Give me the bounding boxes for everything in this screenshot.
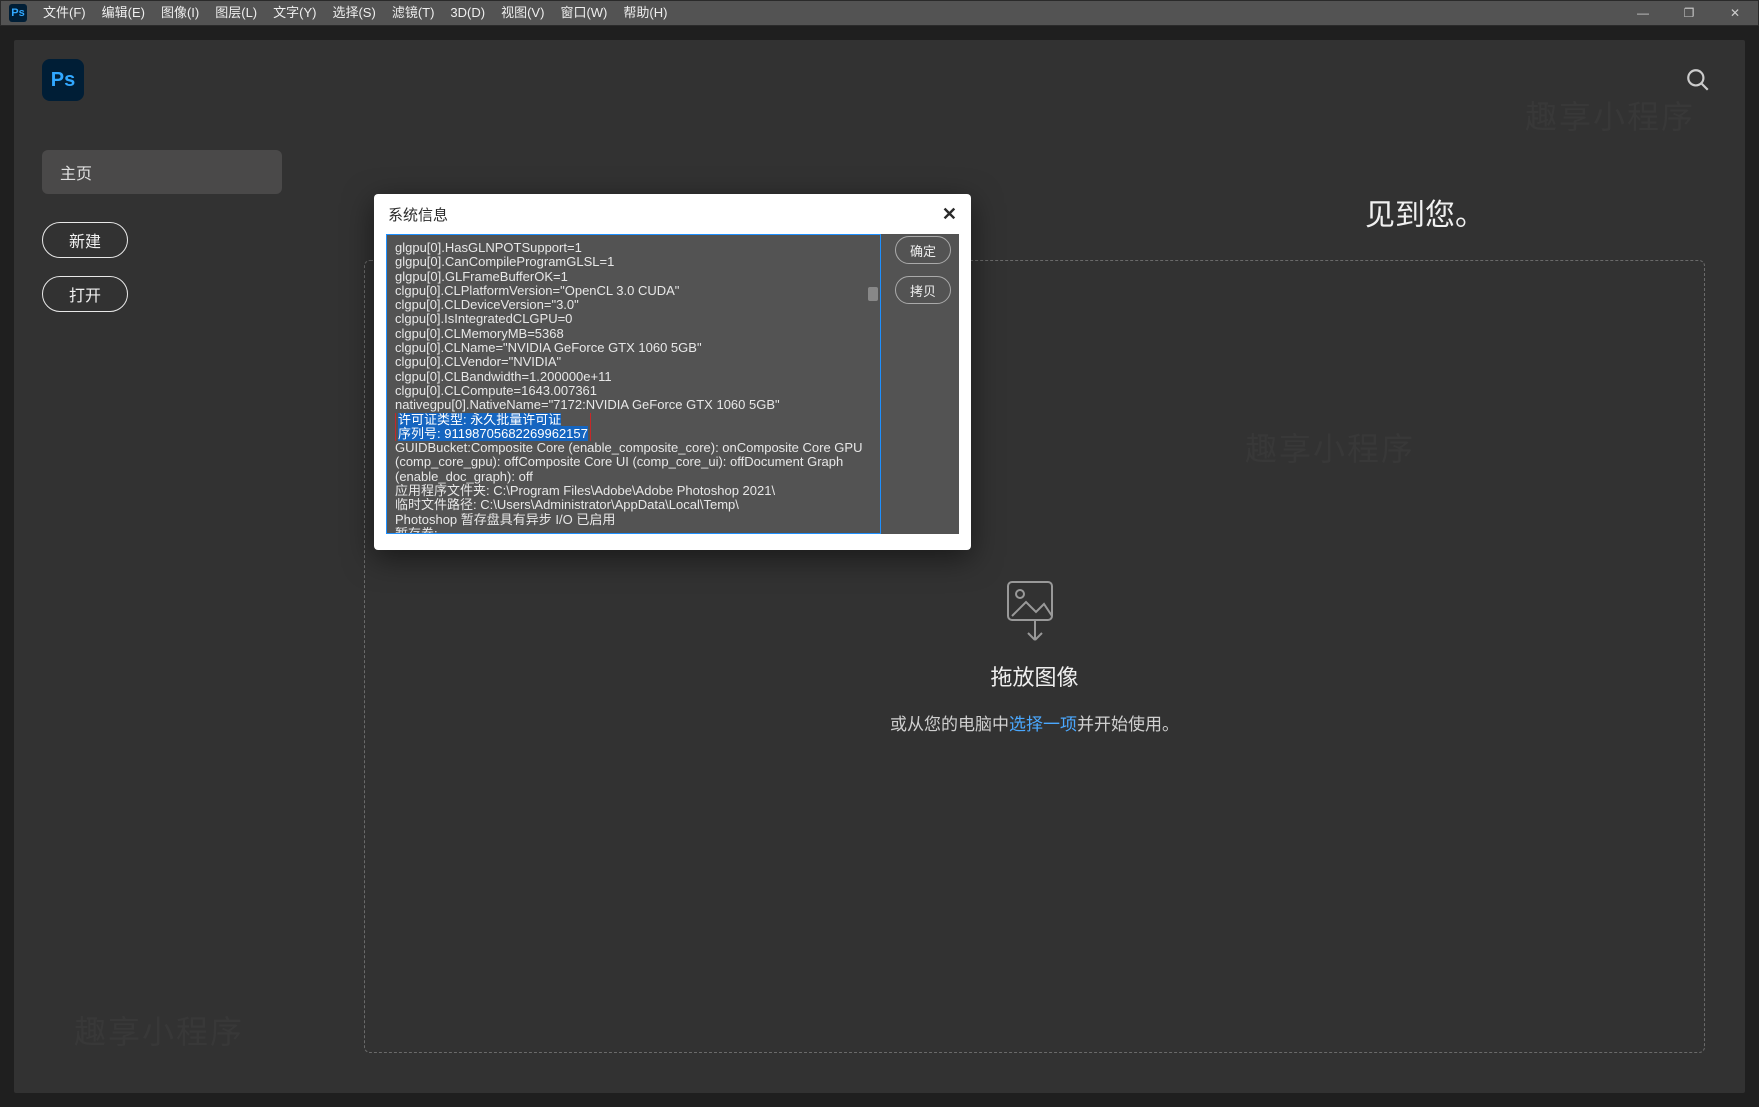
dialog-title: 系统信息 <box>388 204 448 225</box>
dialog-close-button[interactable]: ✕ <box>942 204 957 225</box>
dropzone-subtitle: 或从您的电脑中选择一项并开始使用。 <box>890 710 1179 735</box>
scrollbar-thumb[interactable] <box>868 287 878 301</box>
menu-view[interactable]: 视图(V) <box>493 0 552 26</box>
system-info-dialog: 系统信息 ✕ glgpu[0].HasGLNPOTSupport=1 glgpu… <box>374 194 971 550</box>
menu-edit[interactable]: 编辑(E) <box>94 0 153 26</box>
open-button[interactable]: 打开 <box>42 276 128 312</box>
sysinfo-line: (enable_doc_graph): off <box>395 470 872 484</box>
sysinfo-line: glgpu[0].CanCompileProgramGLSL=1 <box>395 255 872 269</box>
sysinfo-highlight-box: 许可证类型: 永久批量许可证 序列号: 91198705682269962157 <box>395 413 872 442</box>
menu-3d[interactable]: 3D(D) <box>442 0 493 26</box>
app-body: Ps 主页 新建 打开 见到您。 拖放图像 或从您的电脑中选择一项并 <box>0 26 1759 1107</box>
dropzone-title: 拖放图像 <box>990 660 1078 692</box>
home-tab[interactable]: 主页 <box>42 150 282 194</box>
sysinfo-line: 临时文件路径: C:\Users\Administrator\AppData\L… <box>395 498 872 512</box>
menu-select[interactable]: 选择(S) <box>324 0 383 26</box>
menu-file[interactable]: 文件(F) <box>35 0 94 26</box>
minimize-button[interactable]: — <box>1620 0 1666 26</box>
sysinfo-line: 应用程序文件夹: C:\Program Files\Adobe\Adobe Ph… <box>395 484 872 498</box>
sysinfo-line: nativegpu[0].NativeName="7172:NVIDIA GeF… <box>395 398 872 412</box>
menu-help[interactable]: 帮助(H) <box>615 0 675 26</box>
menu-image[interactable]: 图像(I) <box>153 0 207 26</box>
app-icon: Ps <box>9 4 27 22</box>
sysinfo-line: glgpu[0].GLFrameBufferOK=1 <box>395 270 872 284</box>
system-info-textarea[interactable]: glgpu[0].HasGLNPOTSupport=1 glgpu[0].Can… <box>386 234 881 534</box>
ps-logo: Ps <box>42 59 84 101</box>
sysinfo-line: glgpu[0].HasGLNPOTSupport=1 <box>395 241 872 255</box>
sysinfo-line: clgpu[0].CLVendor="NVIDIA" <box>395 355 872 369</box>
sysinfo-line: clgpu[0].CLBandwidth=1.200000e+11 <box>395 370 872 384</box>
home-screen: Ps 主页 新建 打开 见到您。 拖放图像 或从您的电脑中选择一项并 <box>14 40 1745 1093</box>
welcome-heading: 见到您。 <box>1365 190 1485 234</box>
sysinfo-line: GUIDBucket:Composite Core (enable_compos… <box>395 441 872 455</box>
sysinfo-line: (comp_core_gpu): offComposite Core UI (c… <box>395 455 872 469</box>
sysinfo-line: clgpu[0].IsIntegratedCLGPU=0 <box>395 312 872 326</box>
dropzone-suffix: 并开始使用。 <box>1077 715 1179 734</box>
ok-button[interactable]: 确定 <box>895 236 951 264</box>
copy-button[interactable]: 拷贝 <box>895 276 951 304</box>
new-button[interactable]: 新建 <box>42 222 128 258</box>
maximize-button[interactable]: ❐ <box>1666 0 1712 26</box>
menubar: Ps 文件(F) 编辑(E) 图像(I) 图层(L) 文字(Y) 选择(S) 滤… <box>1 1 675 25</box>
menu-window[interactable]: 窗口(W) <box>552 0 615 26</box>
dropzone-select-link[interactable]: 选择一项 <box>1009 715 1077 734</box>
left-rail: 主页 新建 打开 <box>14 40 294 1093</box>
dialog-buttons: 确定 拷贝 <box>895 234 959 534</box>
sysinfo-line: Photoshop 暂存盘具有异步 I/O 已启用 <box>395 513 872 527</box>
dialog-header: 系统信息 ✕ <box>374 194 971 234</box>
sysinfo-line: clgpu[0].CLDeviceVersion="3.0" <box>395 298 872 312</box>
menu-type[interactable]: 文字(Y) <box>265 0 324 26</box>
sysinfo-line: clgpu[0].CLName="NVIDIA GeForce GTX 1060… <box>395 341 872 355</box>
license-type-line: 许可证类型: 永久批量许可证 <box>398 413 561 427</box>
menu-layer[interactable]: 图层(L) <box>207 0 265 26</box>
dialog-body: glgpu[0].HasGLNPOTSupport=1 glgpu[0].Can… <box>386 234 959 534</box>
serial-number-line: 序列号: 91198705682269962157 <box>398 426 588 441</box>
image-file-icon <box>1000 578 1070 642</box>
close-window-button[interactable]: ✕ <box>1712 0 1758 26</box>
dropzone-prefix: 或从您的电脑中 <box>890 715 1009 734</box>
titlebar: Ps 文件(F) 编辑(E) 图像(I) 图层(L) 文字(Y) 选择(S) 滤… <box>0 0 1759 26</box>
menu-filter[interactable]: 滤镜(T) <box>384 0 443 26</box>
sysinfo-line: clgpu[0].CLCompute=1643.007361 <box>395 384 872 398</box>
sysinfo-line: clgpu[0].CLPlatformVersion="OpenCL 3.0 C… <box>395 284 872 298</box>
window-controls: — ❐ ✕ <box>1620 0 1758 26</box>
sysinfo-line: 暂存卷: <box>395 527 872 534</box>
sysinfo-line: clgpu[0].CLMemoryMB=5368 <box>395 327 872 341</box>
